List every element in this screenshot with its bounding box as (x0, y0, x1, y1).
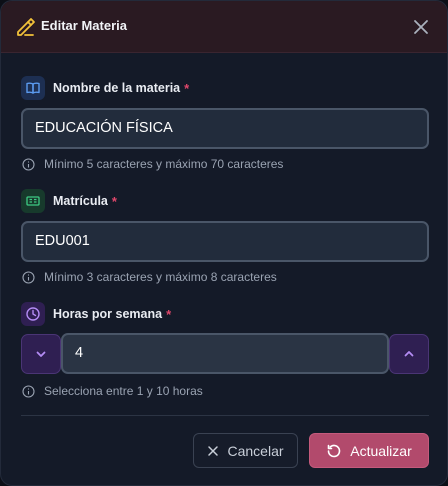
update-button[interactable]: Actualizar (309, 433, 429, 468)
required-mark: * (111, 193, 117, 209)
refresh-icon (327, 444, 341, 457)
book-open-icon (21, 76, 45, 100)
dialog-header: Editar Materia (1, 1, 447, 53)
label-text: Nombre de la materia (53, 81, 181, 95)
label-text: Horas por semana (53, 307, 163, 321)
pencil-icon (14, 16, 36, 38)
clock-icon (21, 302, 45, 326)
edit-subject-dialog: Editar Materia Nombre de la materia * ED… (0, 0, 448, 486)
close-icon[interactable] (410, 16, 432, 38)
info-icon (22, 384, 35, 398)
label-text: Matrícula (53, 194, 108, 208)
info-icon (22, 270, 35, 284)
decrement-hours-button[interactable] (21, 334, 61, 374)
field-label-hours: Horas por semana * (21, 302, 171, 326)
hint-code: Mínimo 3 caracteres y máximo 8 caractere… (22, 269, 277, 285)
hint-text: Mínimo 3 caracteres y máximo 8 caractere… (44, 270, 277, 284)
hint-text: Mínimo 5 caracteres y máximo 70 caracter… (44, 157, 284, 171)
x-icon (208, 445, 219, 456)
id-card-icon (21, 189, 45, 213)
field-label-name: Nombre de la materia * (21, 76, 189, 100)
cancel-label: Cancelar (227, 442, 284, 459)
chevron-up-icon (404, 351, 414, 357)
hours-input[interactable]: 4 (61, 333, 389, 374)
subject-code-input[interactable]: EDU001 (21, 221, 429, 262)
hint-hours: Selecciona entre 1 y 10 horas (22, 383, 203, 399)
hint-name: Mínimo 5 caracteres y máximo 70 caracter… (22, 156, 283, 172)
field-label-code: Matrícula * (21, 189, 117, 213)
footer-divider (21, 415, 429, 416)
required-mark: * (184, 80, 190, 96)
info-icon (22, 157, 35, 171)
hint-text: Selecciona entre 1 y 10 horas (44, 384, 203, 398)
increment-hours-button[interactable] (389, 334, 429, 374)
update-label: Actualizar (350, 442, 412, 459)
subject-name-input[interactable]: EDUCACIÓN FÍSICA (21, 108, 429, 149)
cancel-button[interactable]: Cancelar (193, 433, 298, 468)
required-mark: * (166, 306, 172, 322)
dialog-title: Editar Materia (41, 18, 127, 33)
chevron-down-icon (36, 351, 46, 357)
